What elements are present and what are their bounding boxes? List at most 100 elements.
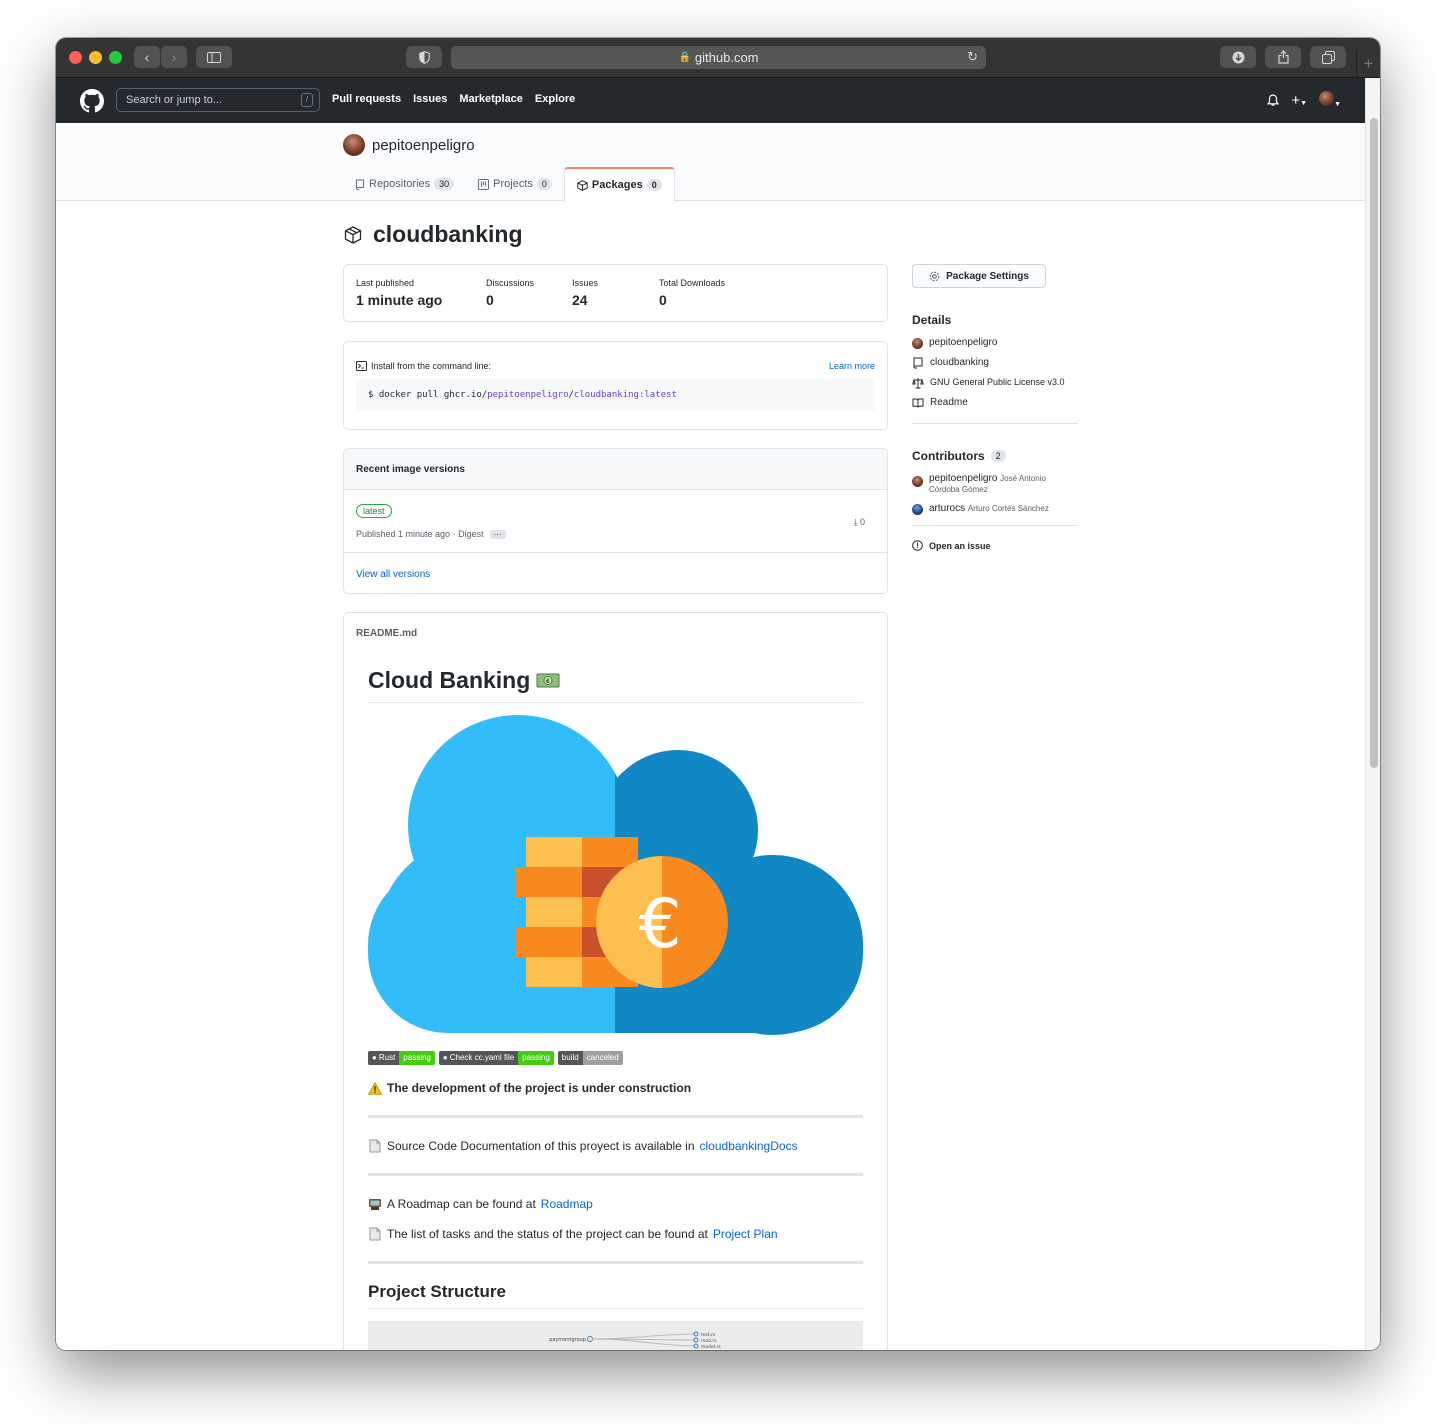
close-window-button[interactable] [69, 51, 82, 64]
package-icon [577, 179, 588, 191]
readme-title: Cloud Banking € [368, 665, 863, 703]
contributor-item[interactable]: arturocs Arturo Cortés Sánchez [912, 503, 1078, 515]
share-button[interactable] [1265, 46, 1301, 68]
badge-check-cc-yaml[interactable]: ● Check cc.yaml file passing [438, 1051, 554, 1065]
nav-marketplace[interactable]: Marketplace [459, 93, 523, 105]
project-plan-link[interactable]: Project Plan [713, 1227, 778, 1241]
roadmap-link[interactable]: Roadmap [541, 1197, 593, 1211]
project-plan-text: The list of tasks and the status of the … [387, 1227, 708, 1241]
badge-status: canceled [582, 1051, 623, 1065]
owner-link[interactable]: pepitoenpeligro [343, 134, 475, 156]
repo-icon [913, 357, 923, 369]
page-content: pepitoenpeligro Repositories 30 Projects… [56, 123, 1365, 1350]
docs-link[interactable]: cloudbankingDocs [700, 1139, 798, 1153]
install-box: Install from the command line: Learn mor… [343, 341, 888, 430]
browser-window: ‹ › 🔒 github.com ↻ + Search or jump to.. [56, 38, 1380, 1350]
tabs-overview-button[interactable] [1310, 46, 1346, 68]
privacy-shield-button[interactable] [406, 46, 442, 68]
zoom-window-button[interactable] [109, 51, 122, 64]
view-all-versions-link[interactable]: View all versions [356, 569, 430, 580]
user-menu[interactable]: ▼ [1319, 91, 1341, 109]
version-tag[interactable]: latest [356, 504, 392, 518]
euro-coin-icon: € [596, 856, 728, 988]
contributors-count: 2 [990, 450, 1006, 462]
stat-value: 0 [659, 292, 667, 308]
tab-projects[interactable]: Projects 0 [466, 167, 564, 201]
back-button[interactable]: ‹ [134, 46, 160, 68]
contributor-login: arturocs [929, 503, 966, 514]
package-settings-label: Package Settings [946, 270, 1029, 282]
caret-down-icon: ▼ [1300, 99, 1308, 107]
tab-count: 0 [536, 178, 552, 190]
contributors-heading-text: Contributors [912, 449, 985, 463]
project-structure-diagram: paymentgroup test.rs mod.rs model.rs [368, 1321, 863, 1350]
install-command[interactable]: $ docker pull ghcr.io/pepitoenpeligro/cl… [356, 379, 875, 411]
learn-more-link[interactable]: Learn more [829, 361, 875, 371]
version-published: Published 1 minute ago · Digest ··· [356, 529, 506, 539]
header-actions: +▼ ▼ [1267, 91, 1341, 109]
nav-explore[interactable]: Explore [535, 93, 575, 105]
minimize-window-button[interactable] [89, 51, 102, 64]
badge-label-text: Rust [378, 1053, 396, 1062]
scrollbar-thumb[interactable] [1370, 118, 1378, 768]
address-bar[interactable]: 🔒 github.com ↻ [451, 46, 986, 69]
detail-repository[interactable]: cloudbanking [912, 357, 1078, 369]
search-placeholder: Search or jump to... [126, 94, 222, 106]
detail-readme[interactable]: Readme [912, 397, 1078, 409]
book-icon [912, 398, 924, 408]
warning-line: The development of the project is under … [368, 1081, 863, 1095]
structure-file: test.rs [701, 1332, 716, 1338]
create-new-menu[interactable]: +▼ [1291, 92, 1307, 109]
tab-repositories[interactable]: Repositories 30 [343, 167, 466, 201]
bell-icon[interactable] [1267, 93, 1280, 107]
stat-discussions: Discussions 0 [486, 278, 534, 308]
detail-license[interactable]: GNU General Public License v3.0 [912, 377, 1078, 389]
detail-text: cloudbanking [930, 357, 989, 368]
open-issue-link[interactable]: Open an issue [912, 540, 1078, 551]
nav-pull-requests[interactable]: Pull requests [332, 93, 401, 105]
forward-button[interactable]: › [161, 46, 187, 68]
plus-icon: + [1363, 54, 1374, 73]
divider [368, 1261, 863, 1264]
search-input[interactable]: Search or jump to... / [116, 88, 320, 112]
tab-count: 0 [646, 179, 662, 191]
warning-icon [368, 1081, 382, 1095]
stat-value: 0 [486, 292, 494, 308]
divider [368, 1115, 863, 1118]
avatar [343, 134, 365, 156]
roadmap-text: A Roadmap can be found at [387, 1197, 536, 1211]
install-heading-text: Install from the command line: [371, 361, 492, 371]
package-settings-button[interactable]: Package Settings [912, 264, 1046, 288]
package-sidebar: Package Settings Details pepitoenpeligro… [912, 264, 1078, 551]
contributor-item[interactable]: pepitoenpeligro José Antonio Córdoba Góm… [912, 473, 1078, 495]
readme-box: README.md Cloud Banking € € ● Rust passi… [343, 612, 888, 1350]
sidebar-icon [207, 51, 221, 63]
badge-build[interactable]: build canceled [557, 1051, 623, 1065]
detail-text: pepitoenpeligro [929, 337, 998, 348]
github-logo-icon[interactable] [80, 89, 104, 118]
document-icon [369, 1139, 381, 1153]
tab-packages[interactable]: Packages 0 [563, 167, 675, 202]
reload-icon[interactable]: ↻ [967, 49, 978, 65]
package-name: cloudbanking [373, 221, 523, 247]
stat-label: Issues [572, 278, 599, 288]
digest-expand-button[interactable]: ··· [489, 529, 506, 539]
caret-down-icon: ▼ [1334, 101, 1341, 108]
roadmap-line: A Roadmap can be found at Roadmap [368, 1197, 863, 1211]
avatar [912, 338, 923, 349]
github-header: Search or jump to... / Pull requests Iss… [56, 78, 1365, 123]
detail-owner[interactable]: pepitoenpeligro [912, 337, 1078, 349]
chevron-left-icon: ‹ [144, 49, 150, 65]
contributors-heading: Contributors 2 [912, 449, 1078, 463]
downloads-button[interactable] [1220, 46, 1256, 68]
page-scrollbar[interactable] [1365, 78, 1380, 1350]
download-count: 0 [859, 517, 865, 527]
browser-toolbar: ‹ › 🔒 github.com ↻ + [56, 38, 1380, 78]
structure-file: model.rs [701, 1344, 721, 1350]
sidebar-toggle-button[interactable] [196, 46, 232, 68]
tab-count: 30 [434, 178, 455, 190]
nav-issues[interactable]: Issues [413, 93, 447, 105]
package-stats: Last published 1 minute ago Discussions … [343, 264, 888, 322]
new-tab-button[interactable]: + [1356, 50, 1380, 78]
badge-rust[interactable]: ● Rust passing [368, 1051, 435, 1065]
